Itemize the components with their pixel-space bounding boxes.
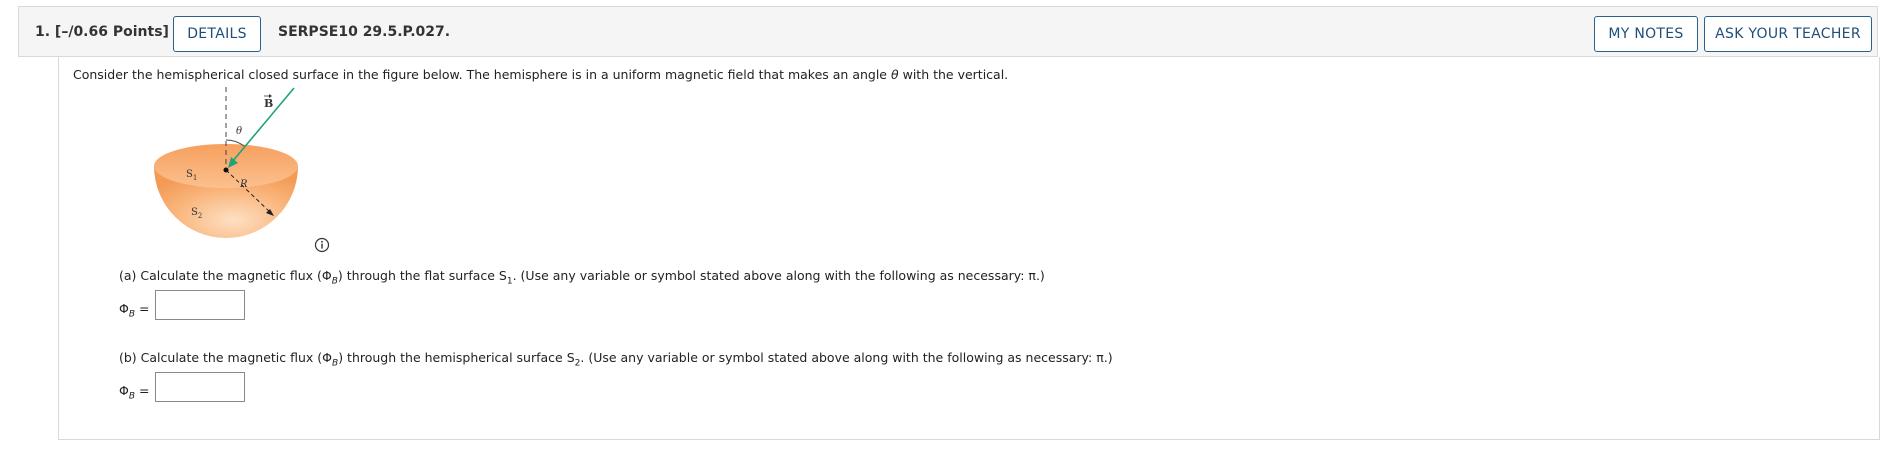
question-panel: Consider the hemispherical closed surfac… bbox=[58, 57, 1880, 440]
part-b-prompt: (b) Calculate the magnetic flux (ΦB) thr… bbox=[119, 350, 1113, 369]
radius-label: R bbox=[239, 179, 248, 190]
question-header: 1. [–/0.66 Points] DETAILS SERPSE10 29.5… bbox=[18, 6, 1878, 57]
hemisphere-figure: B θ R S1 S2 bbox=[154, 87, 298, 238]
part-a-answer-input[interactable] bbox=[155, 290, 245, 320]
details-button[interactable]: DETAILS bbox=[173, 16, 261, 52]
my-notes-button[interactable]: MY NOTES bbox=[1594, 16, 1698, 52]
ask-your-teacher-button[interactable]: ASK YOUR TEACHER bbox=[1704, 16, 1872, 52]
field-label: B bbox=[264, 97, 273, 110]
problem-code: SERPSE10 29.5.P.027. bbox=[278, 24, 451, 40]
part-b-answer-label: ΦB = bbox=[119, 383, 150, 402]
question-points-label: 1. [–/0.66 Points] bbox=[35, 24, 169, 40]
part-b-answer-input[interactable] bbox=[155, 372, 245, 402]
info-icon[interactable] bbox=[314, 237, 330, 253]
part-a-prompt: (a) Calculate the magnetic flux (ΦB) thr… bbox=[119, 268, 1045, 287]
theta-label: θ bbox=[236, 126, 242, 137]
part-a-answer-label: ΦB = bbox=[119, 301, 150, 320]
